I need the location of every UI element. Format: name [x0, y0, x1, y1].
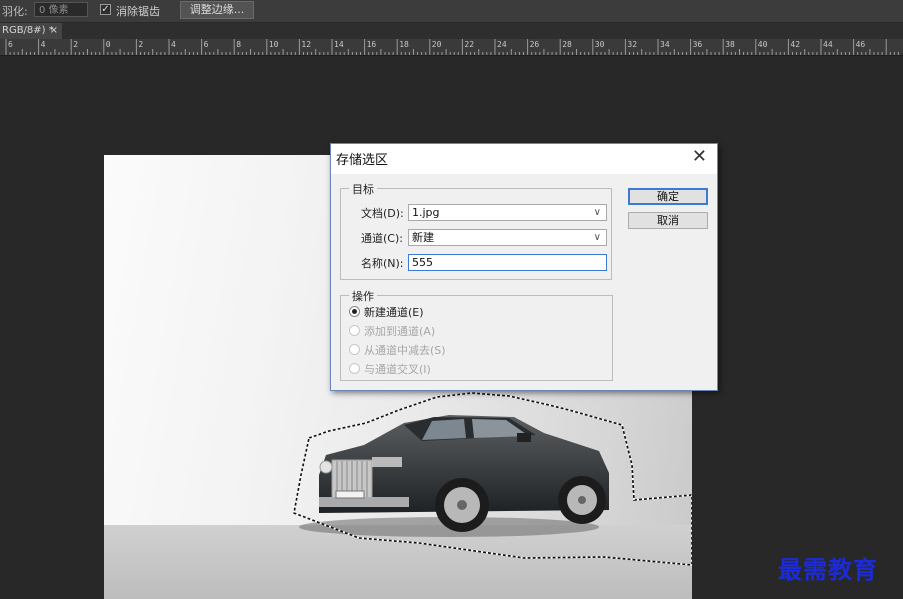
refine-edge-button[interactable]: 调整边缘... [180, 1, 254, 19]
ruler-number: 16 [366, 40, 377, 49]
ruler-number: 30 [594, 40, 605, 49]
radio-label: 与通道交叉(I) [364, 363, 431, 376]
ruler-number: 24 [497, 40, 507, 49]
ruler-number: 4 [171, 40, 176, 49]
ruler-number: 32 [627, 40, 638, 49]
document-tab-label: RGB/8#) * [2, 25, 54, 36]
feather-input[interactable]: 0 像素 [34, 2, 88, 17]
feather-label: 羽化: [2, 5, 28, 18]
radio-icon [349, 325, 360, 336]
channel-value: 新建 [412, 231, 434, 244]
ruler-number: 6 [203, 40, 209, 49]
watermark-logo: 最需教育 [778, 555, 878, 584]
name-label: 名称(N): [361, 257, 404, 270]
channel-select[interactable]: 新建 ∨ [408, 229, 607, 246]
document-tab[interactable]: RGB/8#) * × [0, 23, 62, 39]
ruler-number: 14 [334, 40, 344, 49]
radio-label: 新建通道(E) [364, 306, 424, 319]
ruler-number: 2 [73, 40, 79, 49]
operation-group-title: 操作 [349, 288, 377, 304]
target-group-title: 目标 [349, 181, 377, 197]
dialog-title: 存储选区 [336, 153, 389, 168]
ruler-number: 8 [236, 40, 242, 49]
ruler-number: 26 [529, 40, 540, 49]
ruler-number: 38 [725, 40, 735, 49]
radio-selected-icon [349, 306, 360, 317]
close-icon[interactable]: ✕ [692, 146, 707, 167]
ruler-number: 28 [562, 40, 572, 49]
ruler-number: 10 [268, 40, 279, 49]
ruler-number: 4 [40, 40, 46, 49]
close-tab-icon[interactable]: × [50, 23, 58, 39]
save-selection-dialog: 存储选区 ✕ 目标 文档(D): 1.jpg ∨ 通道(C): 新建 ∨ 名称(… [330, 143, 718, 391]
ruler-number: 40 [757, 40, 768, 49]
channel-label: 通道(C): [361, 232, 403, 245]
tab-bar: RGB/8#) * × [0, 23, 903, 39]
ruler-number: 36 [692, 40, 703, 49]
document-select[interactable]: 1.jpg ∨ [408, 204, 607, 221]
radio-label: 添加到通道(A) [364, 325, 436, 338]
name-input[interactable]: 555 [408, 254, 607, 271]
operation-group: 操作 新建通道(E) 添加到通道(A) 从通道中减去(S) 与通道交叉(I) [340, 288, 613, 381]
ruler-number: 18 [399, 40, 409, 49]
document-value: 1.jpg [412, 206, 440, 219]
ruler-number: 44 [823, 40, 833, 49]
ok-button[interactable]: 确定 [628, 188, 708, 205]
ruler-number: 6 [8, 40, 13, 49]
radio-icon [349, 363, 360, 374]
ruler-number: 46 [855, 40, 866, 49]
radio-icon [349, 344, 360, 355]
ruler-number: 2 [138, 40, 144, 49]
target-group: 目标 文档(D): 1.jpg ∨ 通道(C): 新建 ∨ 名称(N): 555 [340, 181, 612, 280]
ruler-number: 22 [464, 40, 475, 49]
ruler-number: 0 [105, 40, 111, 49]
horizontal-ruler[interactable]: 6 4 2 0 2 4 6 8 10 12 14 16 18 20 22 24 26 28 30 32 34 36 38 40… [0, 39, 903, 56]
ruler-number: 20 [431, 40, 442, 49]
ruler-ticks [5, 39, 899, 55]
antialias-checkbox[interactable]: ✓ [100, 4, 111, 15]
radio-label: 从通道中减去(S) [364, 344, 446, 357]
options-bar: 羽化: 0 像素 ✓ 消除锯齿 调整边缘... [0, 0, 903, 23]
chevron-down-icon: ∨ [593, 207, 601, 218]
cancel-button[interactable]: 取消 [628, 212, 708, 229]
ruler-number: 12 [301, 40, 312, 49]
name-value: 555 [412, 256, 433, 269]
document-label: 文档(D): [361, 207, 404, 220]
antialias-label: 消除锯齿 [116, 5, 160, 18]
ruler-number: 34 [660, 40, 670, 49]
dialog-titlebar[interactable] [331, 144, 717, 174]
chevron-down-icon: ∨ [593, 232, 601, 243]
ruler-number: 42 [790, 40, 801, 49]
